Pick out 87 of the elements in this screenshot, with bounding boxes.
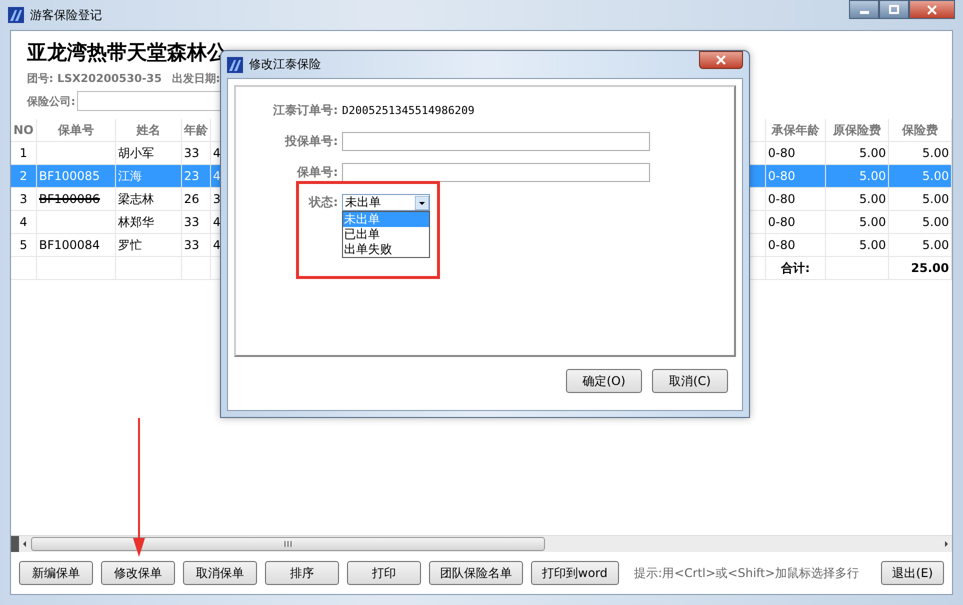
table-cell: BF100085 bbox=[39, 169, 100, 183]
dialog-button[interactable]: 取消(C) bbox=[652, 369, 728, 393]
column-header: NO bbox=[11, 119, 37, 141]
table-cell: 3 bbox=[213, 192, 221, 206]
table-cell: 33 bbox=[184, 215, 200, 229]
table-cell: 0-80 bbox=[768, 238, 796, 252]
window-title: 游客保险登记 bbox=[30, 6, 102, 24]
table-cell: 4 bbox=[213, 169, 221, 183]
table-cell: 5.00 bbox=[922, 192, 949, 206]
exit-button[interactable]: 退出(E) bbox=[881, 561, 944, 585]
dialog-title: 修改江泰保险 bbox=[249, 56, 321, 73]
group-number: 团号: LSX20200530-35 bbox=[27, 70, 162, 86]
table-cell: 5.00 bbox=[922, 215, 949, 229]
policy-number-label: 保单号: bbox=[296, 164, 339, 181]
table-cell: 23 bbox=[184, 169, 200, 183]
minimize-button[interactable] bbox=[849, 0, 879, 19]
minimize-icon bbox=[860, 11, 868, 14]
table-cell: 0-80 bbox=[768, 146, 796, 160]
table-cell: 33 bbox=[184, 146, 200, 160]
order-number-label: 江泰订单号: bbox=[272, 102, 339, 119]
app-logo-icon bbox=[227, 56, 243, 72]
table-cell: 26 bbox=[184, 192, 200, 206]
table-cell: 2 bbox=[20, 169, 28, 183]
table-cell: 林郑华 bbox=[118, 214, 154, 230]
table-cell: 梁志林 bbox=[118, 190, 154, 208]
table-cell: 5.00 bbox=[859, 146, 886, 160]
table-cell: 胡小军 bbox=[118, 144, 154, 162]
order-number: D2005251345514986209 bbox=[342, 104, 474, 117]
table-cell: 4 bbox=[20, 215, 28, 229]
close-button[interactable] bbox=[699, 51, 743, 69]
column-header: 姓名 bbox=[116, 119, 182, 141]
column-header: 原保险费 bbox=[826, 119, 889, 141]
policy-number-field[interactable] bbox=[342, 163, 650, 182]
horizontal-scrollbar[interactable] bbox=[11, 535, 952, 552]
table-cell: BF100084 bbox=[39, 238, 100, 252]
toolbar-button[interactable]: 打印到word bbox=[531, 561, 618, 585]
table-cell: BF100086 bbox=[39, 192, 100, 206]
table-cell: 4 bbox=[213, 146, 221, 160]
table-cell: 江海 bbox=[118, 168, 142, 184]
total-value: 25.00 bbox=[911, 261, 949, 275]
column-header: 承保年龄 bbox=[766, 119, 826, 141]
column-header: 保单号 bbox=[37, 119, 116, 141]
table-cell: 1 bbox=[20, 146, 28, 160]
table-cell: 4 bbox=[213, 215, 221, 229]
table-cell: 5.00 bbox=[859, 215, 886, 229]
status-label: 状态: bbox=[308, 194, 339, 211]
status-dropdown[interactable]: 未出单 bbox=[342, 194, 430, 211]
close-button[interactable] bbox=[909, 0, 955, 19]
dropdown-option[interactable]: 已出单 bbox=[343, 227, 429, 242]
dialog-button[interactable]: 确定(O) bbox=[566, 369, 642, 393]
table-cell: 5.00 bbox=[922, 238, 949, 252]
table-cell: 5.00 bbox=[922, 146, 949, 160]
application-number-field[interactable] bbox=[342, 132, 650, 151]
table-cell: 5.00 bbox=[859, 192, 886, 206]
application-number-label: 投保单号: bbox=[284, 133, 339, 150]
table-cell: 4 bbox=[213, 238, 221, 252]
maximize-icon bbox=[889, 4, 899, 14]
table-cell: 5.00 bbox=[859, 169, 886, 183]
table-cell: 5 bbox=[20, 238, 28, 252]
table-cell: 0-80 bbox=[768, 215, 796, 229]
toolbar-button[interactable]: 取消保单 bbox=[183, 561, 257, 585]
caret-icon bbox=[415, 196, 429, 210]
column-header: 年龄 bbox=[182, 119, 211, 141]
toolbar-button[interactable]: 新编保单 bbox=[19, 561, 93, 585]
table-cell: 33 bbox=[184, 238, 200, 252]
toolbar-button[interactable]: 团队保险名单 bbox=[429, 561, 523, 585]
close-icon bbox=[927, 4, 937, 14]
scrollbar-thumb[interactable] bbox=[31, 537, 545, 551]
toolbar-button[interactable]: 排序 bbox=[265, 561, 339, 585]
toolbar-button[interactable]: 打印 bbox=[347, 561, 421, 585]
table-cell: 5.00 bbox=[922, 169, 949, 183]
toolbar-button[interactable]: 修改保单 bbox=[101, 561, 175, 585]
column-header: 保险费 bbox=[889, 119, 952, 141]
table-cell: 3 bbox=[20, 192, 28, 206]
app-logo-icon bbox=[8, 7, 24, 23]
total-label: 合计: bbox=[781, 260, 810, 276]
departure-date-label: 出发日期: bbox=[172, 70, 220, 86]
hint-text: 提示:用<Crtl>或<Shift>加鼠标选择多行 bbox=[634, 564, 860, 582]
insurer-label: 保险公司: bbox=[27, 94, 76, 108]
table-cell: 罗忙 bbox=[118, 236, 142, 254]
table-cell: 5.00 bbox=[859, 238, 886, 252]
table-cell: 0-80 bbox=[768, 192, 796, 206]
splitter-handle[interactable] bbox=[11, 536, 19, 552]
table-cell: 0-80 bbox=[768, 169, 796, 183]
close-icon bbox=[716, 55, 726, 65]
maximize-button[interactable] bbox=[879, 0, 909, 19]
dropdown-option[interactable]: 出单失败 bbox=[343, 242, 429, 257]
